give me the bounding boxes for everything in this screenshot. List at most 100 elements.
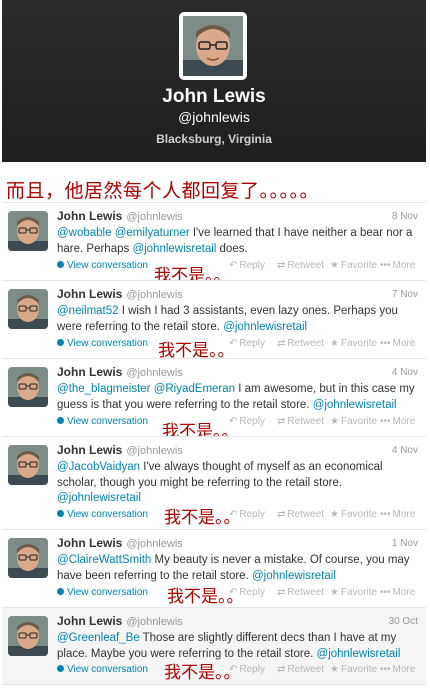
mention-link[interactable]: @johnlewisretail: [313, 399, 397, 411]
profile-avatar[interactable]: [179, 12, 247, 80]
tweet-item[interactable]: John Lewis @johnlewis 8 Nov @wobable @emily…: [2, 202, 426, 286]
retweet-button[interactable]: ⇄ Retweet: [277, 260, 324, 271]
avatar[interactable]: [8, 445, 48, 485]
profile-location: Blacksburg, Virginia: [156, 132, 272, 146]
more-label: More: [392, 664, 416, 675]
mention-link[interactable]: @RiyadEmeran: [154, 383, 235, 395]
overlay-annotation: 我不是。。: [167, 587, 244, 607]
mention-link[interactable]: @johnlewisretail: [317, 648, 401, 660]
avatar-photo-icon: [8, 289, 48, 329]
mention-link[interactable]: @wobable: [57, 227, 112, 239]
mention-link[interactable]: @emilyaturner: [115, 227, 190, 239]
more-button[interactable]: ••• More: [380, 509, 415, 520]
avatar[interactable]: [8, 289, 48, 329]
conversation-icon: [57, 261, 64, 268]
tweet-author-handle[interactable]: @johnlewis: [126, 616, 182, 628]
tweet-author[interactable]: John Lewis @johnlewis: [57, 209, 183, 223]
tweet-author[interactable]: John Lewis @johnlewis: [57, 365, 183, 379]
more-button[interactable]: ••• More: [380, 416, 415, 427]
view-conversation-link[interactable]: View conversation: [57, 416, 148, 427]
tweet-author-name[interactable]: John Lewis: [57, 287, 122, 301]
avatar[interactable]: [8, 211, 48, 251]
tweet-author-handle[interactable]: @johnlewis: [126, 289, 182, 301]
mention-link[interactable]: @johnlewisretail: [57, 492, 141, 504]
favorite-button[interactable]: ★ Favorite: [330, 664, 377, 675]
view-conversation-link[interactable]: View conversation: [57, 509, 148, 520]
reply-label: Reply: [239, 509, 265, 520]
tweet-timestamp[interactable]: 4 Nov: [392, 445, 418, 456]
tweet-author-name[interactable]: John Lewis: [57, 443, 122, 457]
conversation-icon: [57, 417, 64, 424]
favorite-button[interactable]: ★ Favorite: [330, 509, 377, 520]
tweet-author[interactable]: John Lewis @johnlewis: [57, 536, 183, 550]
tweet-item[interactable]: John Lewis @johnlewis 30 Oct @Greenleaf_Be …: [2, 607, 426, 685]
retweet-label: Retweet: [287, 416, 325, 427]
star-icon: ★: [330, 260, 339, 271]
mention-link[interactable]: @neilmat52: [57, 305, 119, 317]
view-conversation-link[interactable]: View conversation: [57, 587, 148, 598]
tweet-timestamp[interactable]: 30 Oct: [389, 616, 418, 627]
favorite-label: Favorite: [340, 416, 378, 427]
mention-link[interactable]: @ClaireWattSmith: [57, 554, 151, 566]
more-button[interactable]: ••• More: [380, 664, 415, 675]
avatar-photo-icon: [183, 16, 243, 76]
avatar[interactable]: [8, 616, 48, 656]
mention-link[interactable]: @JacobVaidyan: [57, 461, 140, 473]
tweet-timestamp[interactable]: 1 Nov: [392, 538, 418, 549]
mention-link[interactable]: @johnlewisretail: [132, 243, 216, 255]
view-conversation-link[interactable]: View conversation: [57, 260, 148, 271]
tweet-list: John Lewis @johnlewis 8 Nov @wobable @emily…: [2, 202, 426, 685]
tweet-timestamp[interactable]: 4 Nov: [392, 367, 418, 378]
tweet-author-handle[interactable]: @johnlewis: [126, 445, 182, 457]
more-button[interactable]: ••• More: [380, 587, 415, 598]
favorite-button[interactable]: ★ Favorite: [330, 338, 377, 349]
tweet-author-name[interactable]: John Lewis: [57, 536, 122, 550]
tweet-author[interactable]: John Lewis @johnlewis: [57, 287, 183, 301]
profile-name: John Lewis: [162, 86, 266, 107]
tweet-author-name[interactable]: John Lewis: [57, 614, 122, 628]
avatar[interactable]: [8, 367, 48, 407]
view-conversation-link[interactable]: View conversation: [57, 338, 148, 349]
avatar-photo-icon: [8, 445, 48, 485]
tweet-item[interactable]: John Lewis @johnlewis 4 Nov @the_blagmeiste…: [2, 358, 426, 442]
mention-link[interactable]: @johnlewisretail: [252, 570, 336, 582]
more-label: More: [392, 587, 416, 598]
more-dots-icon: •••: [380, 416, 391, 427]
tweet-text-segment: does.: [216, 242, 248, 255]
tweet-item[interactable]: John Lewis @johnlewis 7 Nov @neilmat52 I wi…: [2, 280, 426, 361]
tweet-author-handle[interactable]: @johnlewis: [126, 538, 182, 550]
avatar[interactable]: [8, 538, 48, 578]
reply-button[interactable]: ↶ Reply: [229, 260, 265, 271]
mention-link[interactable]: @johnlewisretail: [223, 321, 307, 333]
retweet-button[interactable]: ⇄ Retweet: [277, 416, 324, 427]
star-icon: ★: [330, 416, 339, 427]
avatar-photo-icon: [8, 616, 48, 656]
retweet-button[interactable]: ⇄ Retweet: [277, 587, 324, 598]
star-icon: ★: [330, 664, 339, 675]
tweet-author-handle[interactable]: @johnlewis: [126, 211, 182, 223]
mention-link[interactable]: @Greenleaf_Be: [57, 632, 140, 644]
favorite-button[interactable]: ★ Favorite: [330, 260, 377, 271]
tweet-item[interactable]: John Lewis @johnlewis 1 Nov @ClaireWattSmit…: [2, 529, 426, 607]
retweet-button[interactable]: ⇄ Retweet: [277, 664, 324, 675]
retweet-button[interactable]: ⇄ Retweet: [277, 509, 324, 520]
retweet-button[interactable]: ⇄ Retweet: [277, 338, 324, 349]
favorite-button[interactable]: ★ Favorite: [330, 416, 377, 427]
view-conversation-label: View conversation: [67, 338, 148, 349]
tweet-author-name[interactable]: John Lewis: [57, 209, 122, 223]
tweet-item[interactable]: John Lewis @johnlewis 4 Nov @JacobVaidyan I…: [2, 436, 426, 529]
favorite-label: Favorite: [340, 664, 378, 675]
view-conversation-link[interactable]: View conversation: [57, 664, 148, 675]
more-button[interactable]: ••• More: [380, 338, 415, 349]
mention-link[interactable]: @the_blagmeister: [57, 383, 151, 395]
favorite-label: Favorite: [340, 338, 378, 349]
retweet-icon: ⇄: [277, 587, 286, 598]
tweet-author[interactable]: John Lewis @johnlewis: [57, 614, 183, 628]
tweet-author[interactable]: John Lewis @johnlewis: [57, 443, 183, 457]
favorite-button[interactable]: ★ Favorite: [330, 587, 377, 598]
tweet-author-name[interactable]: John Lewis: [57, 365, 122, 379]
tweet-author-handle[interactable]: @johnlewis: [126, 367, 182, 379]
tweet-timestamp[interactable]: 8 Nov: [392, 211, 418, 222]
tweet-timestamp[interactable]: 7 Nov: [392, 289, 418, 300]
more-button[interactable]: ••• More: [380, 260, 415, 271]
